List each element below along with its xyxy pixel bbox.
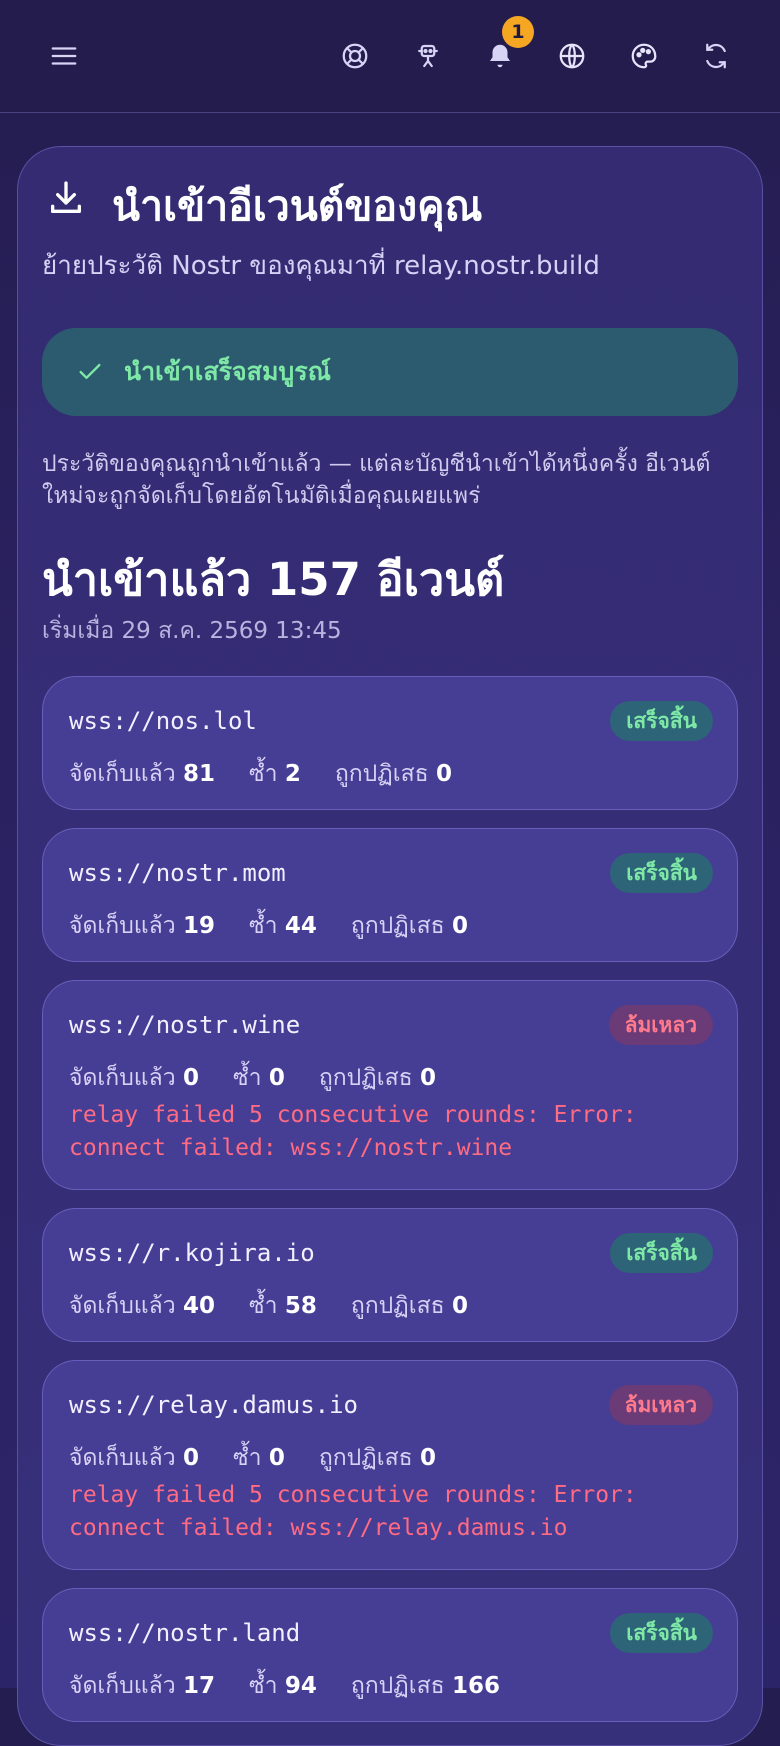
robot-icon[interactable] (406, 34, 450, 78)
stored-stat: จัดเก็บแล้ว 17 (69, 1673, 215, 1699)
duplicate-stat: ซ้ำ 44 (248, 913, 317, 939)
lifebuoy-icon[interactable] (333, 34, 377, 78)
status-badge: เสร็จสิ้น (610, 1233, 713, 1273)
status-badge: เสร็จสิ้น (610, 853, 713, 893)
rejected-stat: ถูกปฏิเสธ 0 (350, 913, 468, 939)
success-banner: นำเข้าเสร็จสมบูรณ์ (42, 328, 738, 416)
success-message: นำเข้าเสร็จสมบูรณ์ (124, 357, 331, 386)
relay-url: wss://relay.damus.io (69, 1391, 358, 1419)
relay-url: wss://r.kojira.io (69, 1239, 315, 1267)
page-title: นำเข้าอีเวนต์ของคุณ (112, 182, 483, 230)
check-icon (79, 363, 101, 379)
download-icon (46, 178, 86, 218)
rejected-stat: ถูกปฏิเสธ 0 (318, 1445, 436, 1471)
relay-url: wss://nos.lol (69, 707, 257, 735)
relay-card: wss://nostr.land เสร็จสิ้น จัดเก็บแล้ว 1… (42, 1588, 738, 1722)
bell-icon[interactable]: 1 (478, 16, 534, 78)
duplicate-stat: ซ้ำ 0 (232, 1445, 285, 1471)
stored-stat: จัดเก็บแล้ว 0 (69, 1445, 199, 1471)
relay-card: wss://relay.damus.io ล้มเหลว จัดเก็บแล้ว… (42, 1360, 738, 1570)
import-description: ประวัติของคุณถูกนำเข้าแล้ว — แต่ละบัญชีน… (42, 451, 711, 509)
status-badge: เสร็จสิ้น (610, 1613, 713, 1653)
relay-card: wss://r.kojira.io เสร็จสิ้น จัดเก็บแล้ว … (42, 1208, 738, 1342)
import-count: นำเข้าแล้ว 157 อีเวนต์ (42, 553, 505, 606)
stored-stat: จัดเก็บแล้ว 19 (69, 913, 215, 939)
started-time: เริ่มเมื่อ 29 ส.ค. 2569 13:45 (42, 618, 342, 644)
relay-card: wss://nostr.mom เสร็จสิ้น จัดเก็บแล้ว 19… (42, 828, 738, 962)
page-subtitle: ย้ายประวัติ Nostr ของคุณมาที่ relay.nost… (42, 251, 600, 281)
notification-count-badge: 1 (502, 16, 534, 48)
relay-url: wss://nostr.mom (69, 859, 286, 887)
relay-stats: จัดเก็บแล้ว 81 ซ้ำ 2 ถูกปฏิเสธ 0 (69, 756, 452, 792)
relay-stats: จัดเก็บแล้ว 0 ซ้ำ 0 ถูกปฏิเสธ 0 (69, 1440, 436, 1476)
relay-card: wss://nos.lol เสร็จสิ้น จัดเก็บแล้ว 81 ซ… (42, 676, 738, 810)
hamburger-icon[interactable] (42, 34, 86, 78)
stored-stat: จัดเก็บแล้ว 81 (69, 761, 215, 787)
stored-stat: จัดเก็บแล้ว 40 (69, 1293, 215, 1319)
palette-icon[interactable] (622, 34, 666, 78)
relay-stats: จัดเก็บแล้ว 17 ซ้ำ 94 ถูกปฏิเสธ 166 (69, 1668, 500, 1704)
stored-stat: จัดเก็บแล้ว 0 (69, 1065, 199, 1091)
relay-url: wss://nostr.wine (69, 1011, 301, 1039)
duplicate-stat: ซ้ำ 0 (232, 1065, 285, 1091)
status-badge: ล้มเหลว (608, 1385, 713, 1425)
refresh-icon[interactable] (694, 34, 738, 78)
relay-stats: จัดเก็บแล้ว 40 ซ้ำ 58 ถูกปฏิเสธ 0 (69, 1288, 468, 1324)
rejected-stat: ถูกปฏิเสธ 0 (350, 1293, 468, 1319)
rejected-stat: ถูกปฏิเสธ 166 (350, 1673, 500, 1699)
duplicate-stat: ซ้ำ 94 (248, 1673, 317, 1699)
duplicate-stat: ซ้ำ 2 (248, 761, 301, 787)
status-badge: เสร็จสิ้น (610, 701, 713, 741)
relay-error: relay failed 5 consecutive rounds: Error… (69, 1102, 637, 1161)
status-badge: ล้มเหลว (608, 1005, 713, 1045)
duplicate-stat: ซ้ำ 58 (248, 1293, 317, 1319)
relay-url: wss://nostr.land (69, 1619, 301, 1647)
top-bar: 1 (0, 0, 780, 113)
relay-error: relay failed 5 consecutive rounds: Error… (69, 1482, 637, 1541)
globe-icon[interactable] (550, 34, 594, 78)
rejected-stat: ถูกปฏิเสธ 0 (318, 1065, 436, 1091)
relay-card: wss://nostr.wine ล้มเหลว จัดเก็บแล้ว 0 ซ… (42, 980, 738, 1190)
rejected-stat: ถูกปฏิเสธ 0 (334, 761, 452, 787)
relay-stats: จัดเก็บแล้ว 19 ซ้ำ 44 ถูกปฏิเสธ 0 (69, 908, 468, 944)
relay-stats: จัดเก็บแล้ว 0 ซ้ำ 0 ถูกปฏิเสธ 0 (69, 1060, 436, 1096)
